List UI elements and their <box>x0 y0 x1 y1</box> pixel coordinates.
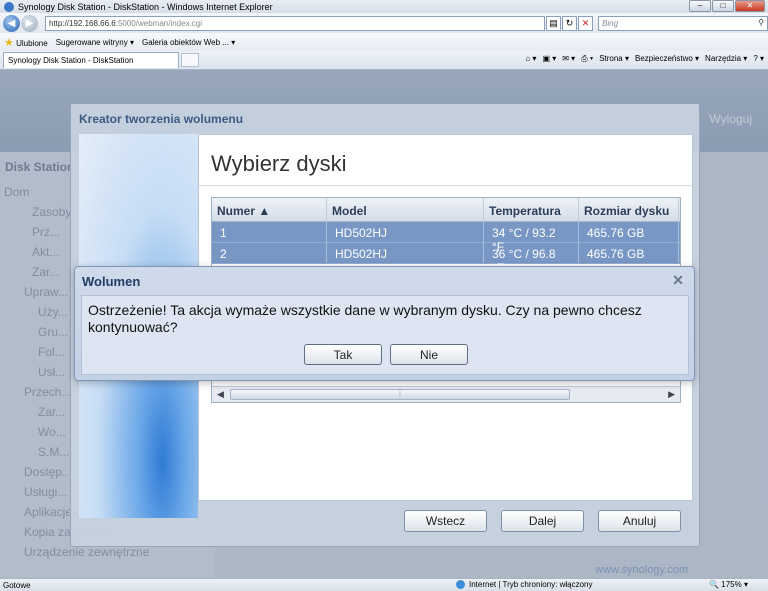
column-header-numer[interactable]: Numer ▲ <box>212 198 327 221</box>
help-icon[interactable]: ? ▾ <box>753 54 764 64</box>
favorites-button[interactable]: ★ Ulubione <box>4 36 48 49</box>
command-bar: ⌂ ▾ ▣ ▾ ✉ ▾ ⎙ ▾ Strona ▾ Bezpieczeństwo … <box>525 54 764 64</box>
search-icon[interactable]: ⚲ <box>758 18 764 27</box>
column-header-model[interactable]: Model <box>327 198 484 221</box>
close-window-button[interactable]: ✕ <box>735 0 765 12</box>
scrollbar-thumb[interactable]: ⁞ <box>230 389 570 400</box>
menu-security[interactable]: Bezpieczeństwo ▾ <box>635 54 699 64</box>
status-text: Gotowe <box>3 580 31 590</box>
column-header-size[interactable]: Rozmiar dysku <box>579 198 679 221</box>
tab-bar: Synology Disk Station - DiskStation ⌂ ▾ … <box>0 51 768 70</box>
stop-icon[interactable]: ✕ <box>578 15 593 31</box>
warning-dialog: Wolumen ✕ Ostrzeżenie! Ta akcja wymaże w… <box>74 266 695 381</box>
search-placeholder: Bing <box>602 18 619 28</box>
page-viewport: Wyloguj Disk Station Dom Zasoby Prz... A… <box>0 70 768 578</box>
favorites-star-icon: ★ <box>4 36 14 49</box>
new-tab-button[interactable] <box>181 53 199 67</box>
back-wizard-button[interactable]: Wstecz <box>404 510 487 532</box>
yes-button[interactable]: Tak <box>304 344 382 365</box>
zoom-level[interactable]: 🔍 175% ▾ <box>709 580 748 589</box>
dialog-message: Ostrzeżenie! Ta akcja wymaże wszystkie d… <box>88 302 642 335</box>
dialog-title: Wolumen <box>82 274 141 289</box>
no-button[interactable]: Nie <box>390 344 468 365</box>
favorite-suggested-sites[interactable]: Sugerowane witryny ▾ <box>56 38 134 47</box>
cell-temperature: 34 °C / 93.2 °F <box>484 222 579 254</box>
next-button[interactable]: Dalej <box>501 510 584 532</box>
window-title-bar: Synology Disk Station - DiskStation - Wi… <box>0 0 768 13</box>
forward-button[interactable]: ▶ <box>21 14 38 32</box>
close-icon[interactable]: ✕ <box>672 272 684 289</box>
refresh-icon[interactable]: ↻ <box>562 15 577 31</box>
zoom-icon: 🔍 <box>709 580 722 589</box>
address-toolbar: ◀ ▶ http://192.168.66.6:5000/webman/inde… <box>0 13 768 33</box>
menu-page[interactable]: Strona ▾ <box>599 54 629 64</box>
address-url-host: http://192.168.66.6 <box>49 18 116 28</box>
security-zone[interactable]: Internet | Tryb chroniony: włączony <box>456 580 592 589</box>
compatibility-icon[interactable]: ▤ <box>546 15 561 31</box>
search-input[interactable]: Bing ⚲ <box>598 15 768 31</box>
column-header-temperature[interactable]: Temperatura <box>484 198 579 221</box>
cell-model: HD502HJ <box>327 222 484 242</box>
zone-text: Internet | Tryb chroniony: włączony <box>469 580 593 589</box>
table-row[interactable]: 2 HD502HJ 36 °C / 96.8 °F 465.76 GB <box>212 243 680 275</box>
divider <box>199 185 692 186</box>
favorites-bar: ★ Ulubione Sugerowane witryny ▾ Galeria … <box>0 33 768 51</box>
tab-diskstation[interactable]: Synology Disk Station - DiskStation <box>3 52 179 68</box>
address-url-path: :5000/webman/index.cgi <box>115 18 203 28</box>
wizard-title: Kreator tworzenia wolumenu <box>79 112 244 126</box>
wizard-buttons: Wstecz Dalej Anuluj <box>404 510 681 532</box>
cell-model: HD502HJ <box>327 243 484 263</box>
wizard-heading: Wybierz dyski <box>211 151 347 176</box>
horizontal-scrollbar[interactable]: ◀ ⁞ ▶ <box>212 386 680 402</box>
address-bar[interactable]: http://192.168.66.6:5000/webman/index.cg… <box>45 15 545 31</box>
ie-logo-icon <box>4 1 14 12</box>
zoom-value: 175% <box>721 580 742 589</box>
cell-temperature: 36 °C / 96.8 °F <box>484 243 579 275</box>
favorites-label: Ulubione <box>16 38 48 48</box>
window-title: Synology Disk Station - DiskStation - Wi… <box>18 1 273 12</box>
globe-icon <box>456 580 465 589</box>
menu-tools[interactable]: Narzędzia ▾ <box>705 54 747 64</box>
cell-numer: 2 <box>212 243 327 263</box>
table-header: Numer ▲ Model Temperatura Rozmiar dysku <box>212 198 680 222</box>
minimize-button[interactable]: – <box>689 0 711 12</box>
cell-size: 465.76 GB <box>579 243 679 263</box>
scroll-left-icon[interactable]: ◀ <box>217 389 224 400</box>
table-row[interactable]: 1 HD502HJ 34 °C / 93.2 °F 465.76 GB <box>212 222 680 254</box>
status-bar: Gotowe Internet | Tryb chroniony: włączo… <box>0 578 768 591</box>
favorite-web-slice-gallery[interactable]: Galeria obiektów Web ... ▾ <box>142 38 235 47</box>
home-icon[interactable]: ⌂ ▾ <box>525 54 536 64</box>
dialog-body: Ostrzeżenie! Ta akcja wymaże wszystkie d… <box>81 295 689 375</box>
cancel-button[interactable]: Anuluj <box>598 510 681 532</box>
dialog-buttons: Tak Nie <box>304 344 468 365</box>
scroll-right-icon[interactable]: ▶ <box>668 389 675 400</box>
cell-size: 465.76 GB <box>579 222 679 242</box>
back-button[interactable]: ◀ <box>3 14 20 32</box>
maximize-button[interactable]: □ <box>712 0 734 12</box>
cell-numer: 1 <box>212 222 327 242</box>
mail-icon[interactable]: ✉ ▾ <box>562 54 575 64</box>
feeds-icon[interactable]: ▣ ▾ <box>542 54 556 64</box>
print-icon[interactable]: ⎙ ▾ <box>581 54 593 64</box>
